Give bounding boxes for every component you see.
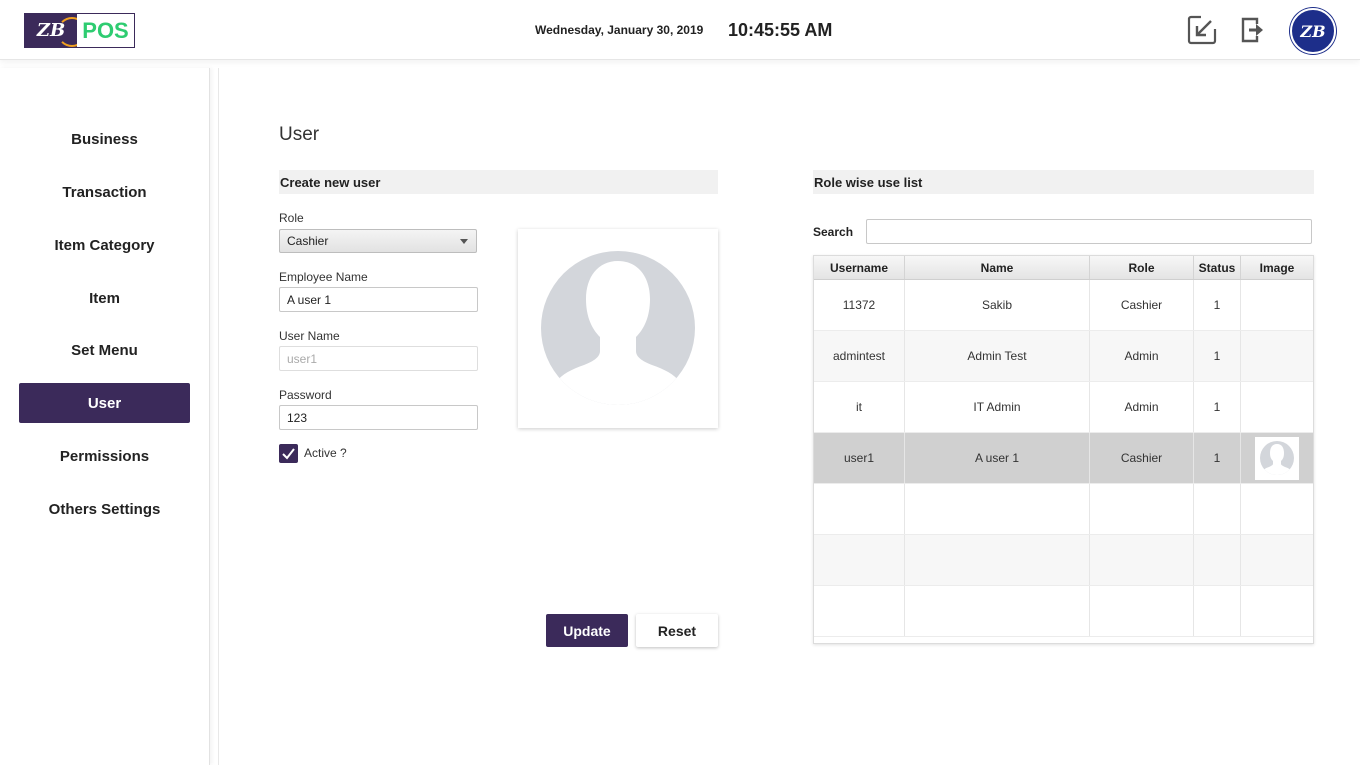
avatar-placeholder-icon: [541, 251, 695, 405]
current-time: 10:45:55 AM: [728, 20, 833, 40]
role-label: Role: [279, 211, 304, 225]
cell-name: Sakib: [905, 280, 1090, 330]
cell-role: Cashier: [1090, 280, 1194, 330]
column-header-name[interactable]: Name: [905, 256, 1090, 279]
logo-text: POS: [82, 17, 129, 43]
user-name-label: User Name: [279, 329, 340, 343]
reset-button[interactable]: Reset: [636, 614, 718, 647]
table-row[interactable]: 11372 Sakib Cashier 1: [814, 280, 1313, 331]
table-row-empty: [814, 535, 1313, 586]
column-header-role[interactable]: Role: [1090, 256, 1194, 279]
table-header: Username Name Role Status Image: [814, 256, 1313, 280]
employee-name-label: Employee Name: [279, 270, 368, 284]
password-field[interactable]: 123: [279, 405, 478, 430]
cell-name: A user 1: [905, 433, 1090, 483]
sidebar-item-set-menu[interactable]: Set Menu: [19, 330, 190, 370]
chevron-down-icon: [460, 239, 468, 244]
cell-image: [1241, 433, 1313, 483]
cell-username: 11372: [814, 280, 905, 330]
role-selected-value: Cashier: [287, 234, 329, 248]
table-row[interactable]: admintest Admin Test Admin 1: [814, 331, 1313, 382]
logout-icon[interactable]: [1238, 15, 1268, 45]
search-input[interactable]: [866, 219, 1312, 244]
page-title: User: [279, 124, 320, 145]
cell-username: admintest: [814, 331, 905, 381]
cell-role: Admin: [1090, 382, 1194, 432]
app-logo: ZB POS: [24, 13, 135, 48]
cell-role: Cashier: [1090, 433, 1194, 483]
user-photo-upload[interactable]: [518, 229, 718, 428]
avatar-initials: ZB: [1300, 21, 1326, 41]
current-date: Wednesday, January 30, 2019: [535, 23, 704, 37]
cell-name: IT Admin: [905, 382, 1090, 432]
top-header: ZB POS Wednesday, January 30, 2019 10:45…: [0, 0, 1360, 60]
cell-role: Admin: [1090, 331, 1194, 381]
user-table: Username Name Role Status Image 11372 Sa…: [813, 255, 1314, 644]
minimize-window-icon[interactable]: [1187, 15, 1217, 45]
employee-name-field[interactable]: A user 1: [279, 287, 478, 312]
cell-image: [1241, 331, 1313, 381]
user-list-section-header: Role wise use list: [813, 170, 1314, 194]
column-header-username[interactable]: Username: [814, 256, 905, 279]
sidebar-item-item-category[interactable]: Item Category: [19, 225, 190, 265]
active-checkbox-label: Active ?: [304, 446, 347, 460]
table-row-selected[interactable]: user1 A user 1 Cashier 1: [814, 433, 1313, 484]
table-row-empty: [814, 484, 1313, 535]
create-user-section-header: Create new user: [279, 170, 718, 194]
sidebar-item-item[interactable]: Item: [19, 278, 190, 318]
user-name-field[interactable]: user1: [279, 346, 478, 371]
dashboard-grid-icon[interactable]: [1137, 15, 1167, 45]
sidebar-item-transaction[interactable]: Transaction: [19, 172, 190, 212]
avatar-placeholder-icon: [1260, 441, 1294, 475]
sidebar-item-user[interactable]: User: [19, 383, 190, 423]
sidebar-item-permissions[interactable]: Permissions: [19, 436, 190, 476]
update-button[interactable]: Update: [546, 614, 628, 647]
table-row-empty: [814, 586, 1313, 637]
cell-status: 1: [1194, 433, 1241, 483]
cell-image: [1241, 280, 1313, 330]
cell-status: 1: [1194, 331, 1241, 381]
cell-status: 1: [1194, 382, 1241, 432]
active-checkbox[interactable]: [279, 444, 298, 463]
cell-image: [1241, 382, 1313, 432]
sidebar-item-others-settings[interactable]: Others Settings: [19, 489, 190, 529]
cell-username: user1: [814, 433, 905, 483]
search-label: Search: [813, 225, 854, 239]
cell-name: Admin Test: [905, 331, 1090, 381]
column-header-image[interactable]: Image: [1241, 256, 1313, 279]
logo-mark: ZB: [25, 14, 77, 47]
column-header-status[interactable]: Status: [1194, 256, 1241, 279]
cell-status: 1: [1194, 280, 1241, 330]
table-row[interactable]: it IT Admin Admin 1: [814, 382, 1313, 433]
role-select[interactable]: Cashier: [279, 229, 477, 253]
password-label: Password: [279, 388, 332, 402]
cell-username: it: [814, 382, 905, 432]
checkmark-icon: [282, 448, 295, 460]
sidebar-item-business[interactable]: Business: [19, 119, 190, 159]
user-avatar[interactable]: ZB: [1290, 8, 1336, 54]
user-thumbnail: [1255, 436, 1299, 480]
